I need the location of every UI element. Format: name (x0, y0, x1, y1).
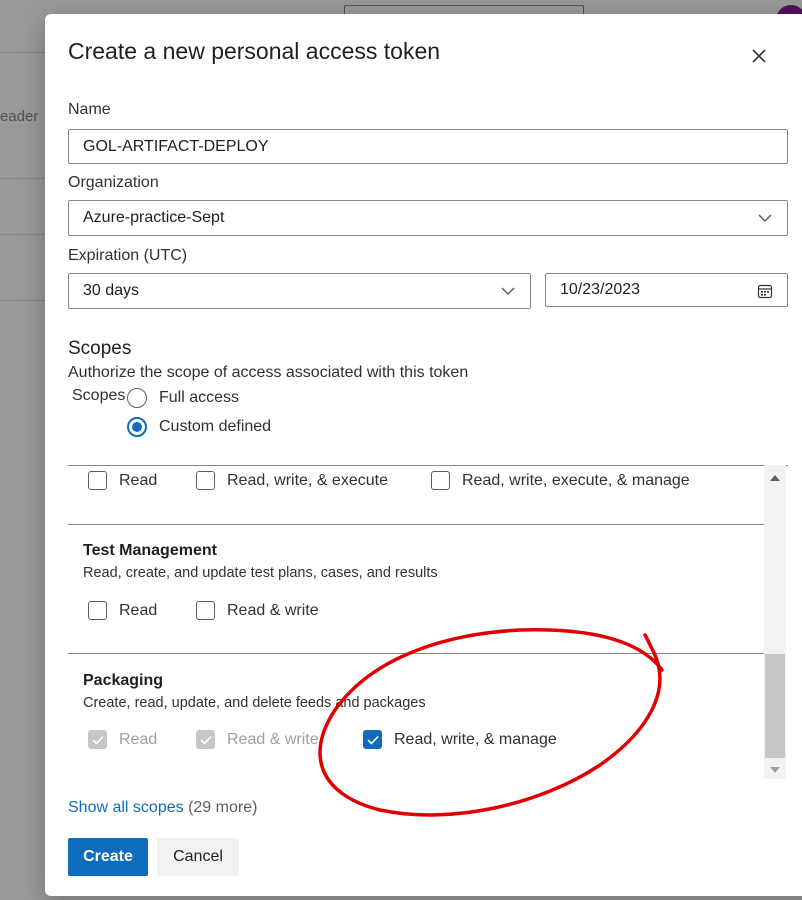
checkmark-icon (366, 735, 379, 745)
name-label: Name (68, 101, 111, 118)
name-value: GOL-ARTIFACT-DEPLOY (83, 137, 269, 155)
close-button[interactable] (745, 42, 773, 70)
checkbox-box-disabled (196, 730, 215, 749)
checkbox-label: Read (119, 730, 158, 748)
checkbox-label: Read & write (227, 601, 319, 619)
checkbox-read-write-execute-manage[interactable]: Read, write, execute, & manage (431, 471, 690, 490)
checkbox-packaging-read: Read (88, 730, 157, 749)
scopes-title: Scopes (68, 338, 132, 359)
section-divider (68, 524, 764, 525)
scroll-up-icon[interactable] (769, 474, 781, 482)
checkbox-box (196, 471, 215, 490)
name-input[interactable]: GOL-ARTIFACT-DEPLOY (68, 129, 788, 164)
radio-circle-selected (127, 417, 147, 437)
test-management-description: Read, create, and update test plans, cas… (83, 565, 438, 581)
organization-label: Organization (68, 174, 159, 191)
scrollbar-thumb[interactable] (765, 654, 785, 758)
checkbox-test-read[interactable]: Read (88, 601, 157, 620)
chevron-down-icon (758, 214, 772, 223)
checkbox-read-write-execute[interactable]: Read, write, & execute (196, 471, 388, 490)
radio-custom-defined-label: Custom defined (159, 418, 272, 435)
radio-custom-defined[interactable]: Custom defined (127, 417, 271, 437)
scopes-description: Authorize the scope of access associated… (68, 364, 469, 381)
show-all-scopes-link[interactable]: Show all scopes (68, 799, 184, 816)
cancel-button[interactable]: Cancel (157, 838, 239, 876)
scopes-radio-label: Scopes (72, 387, 126, 404)
expiration-dropdown[interactable]: 30 days (68, 273, 531, 309)
checkbox-label: Read, write, execute, & manage (462, 471, 690, 489)
dialog-title: Create a new personal access token (68, 38, 441, 64)
chevron-down-icon (501, 287, 515, 296)
show-all-scopes-count: (29 more) (188, 799, 258, 816)
checkmark-icon (199, 735, 212, 745)
test-management-title: Test Management (83, 542, 217, 559)
organization-dropdown[interactable]: Azure-practice-Sept (68, 200, 788, 236)
checkbox-test-read-write[interactable]: Read & write (196, 601, 319, 620)
create-token-dialog: Create a new personal access token Name … (45, 14, 802, 896)
expiration-date: 10/23/2023 (560, 281, 641, 298)
checkbox-box-checked (363, 730, 382, 749)
section-divider (68, 653, 764, 654)
checkbox-label: Read & write (227, 730, 319, 748)
checkbox-label: Read (119, 471, 158, 489)
checkbox-box (196, 601, 215, 620)
expiration-date-picker[interactable]: 10/23/2023 (545, 273, 788, 307)
radio-full-access-label: Full access (159, 389, 240, 406)
close-icon (752, 49, 766, 63)
checkbox-label: Read, write, & execute (227, 471, 388, 489)
calendar-icon (757, 284, 773, 299)
checkbox-box (88, 471, 107, 490)
checkbox-box-disabled (88, 730, 107, 749)
checkbox-packaging-read-write: Read & write (196, 730, 319, 749)
checkbox-read[interactable]: Read (88, 471, 157, 490)
show-all-scopes: Show all scopes (29 more) (68, 799, 257, 817)
checkbox-box (431, 471, 450, 490)
organization-value: Azure-practice-Sept (83, 209, 225, 226)
checkbox-packaging-read-write-manage[interactable]: Read, write, & manage (363, 730, 557, 749)
expiration-label: Expiration (UTC) (68, 247, 188, 264)
checkmark-icon (91, 735, 104, 745)
checkbox-label: Read, write, & manage (394, 730, 557, 748)
expiration-value: 30 days (83, 282, 140, 299)
packaging-title: Packaging (83, 672, 164, 689)
checkbox-box (88, 601, 107, 620)
radio-circle (127, 388, 147, 408)
checkbox-label: Read (119, 601, 158, 619)
create-button[interactable]: Create (68, 838, 148, 876)
radio-full-access[interactable]: Full access (127, 388, 239, 408)
packaging-description: Create, read, update, and delete feeds a… (83, 695, 426, 711)
scroll-down-icon[interactable] (769, 766, 781, 774)
